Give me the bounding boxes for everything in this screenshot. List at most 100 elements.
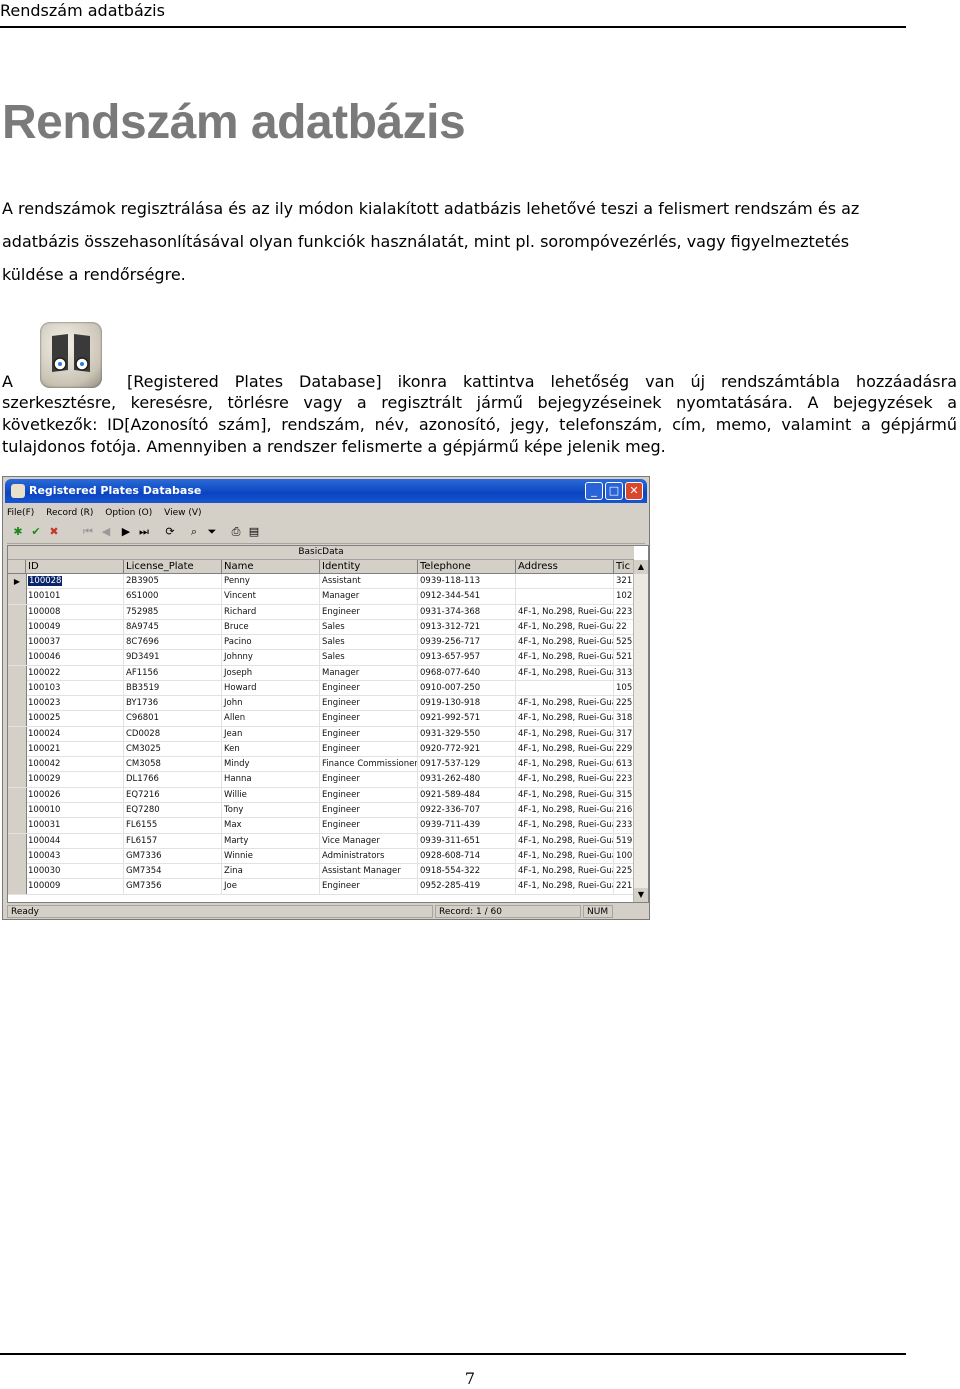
table-row[interactable]: 100101 6S1000 Vincent Manager 0912-344-541 10… bbox=[8, 589, 634, 605]
table-row[interactable]: 100049 8A9745 Bruce Sales 0913-312-721 4F-1, … bbox=[8, 619, 634, 636]
row-selector[interactable] bbox=[8, 619, 27, 635]
cell-telephone[interactable]: 0931-329-550 bbox=[418, 726, 516, 742]
previous-record-icon[interactable]: ◀ bbox=[99, 525, 113, 539]
row-selector[interactable] bbox=[8, 802, 27, 818]
scroll-up-icon[interactable]: ▲ bbox=[634, 560, 648, 574]
table-row[interactable]: 100037 8C7696 Pacino Sales 0939-256-717 4F-1,… bbox=[8, 635, 634, 651]
cell-name[interactable]: Ken bbox=[222, 741, 320, 757]
cell-identity[interactable]: Engineer bbox=[320, 696, 418, 712]
row-selector[interactable] bbox=[8, 726, 27, 742]
row-selector[interactable] bbox=[8, 635, 27, 651]
cell-identity[interactable]: Sales bbox=[320, 635, 418, 651]
cell-address[interactable]: 4F-1, No.298, Ruei-Gua bbox=[516, 818, 614, 834]
table-row[interactable]: 100025 C96801 Allen Engineer 0921-992-571 4F-… bbox=[8, 711, 634, 727]
cell-identity[interactable]: Assistant Manager bbox=[320, 864, 418, 880]
cell-address[interactable]: 4F-1, No.298, Ruei-Gua bbox=[516, 833, 614, 849]
cell-license-plate[interactable]: C96801 bbox=[124, 711, 222, 727]
cell-id[interactable]: 100025 bbox=[26, 711, 124, 727]
table-row[interactable]: 100042 CM3058 Mindy Finance Commissioner 091… bbox=[8, 757, 634, 773]
table-row[interactable]: 100029 DL1766 Hanna Engineer 0931-262-480 4F-… bbox=[8, 772, 634, 788]
cell-tic[interactable]: 318 bbox=[614, 711, 634, 727]
cell-license-plate[interactable]: CM3025 bbox=[124, 741, 222, 757]
table-row[interactable]: 100008 752985 Richard Engineer 0931-374-368 4… bbox=[8, 604, 634, 620]
row-selector[interactable] bbox=[8, 879, 27, 895]
cell-tic[interactable]: 225 bbox=[614, 864, 634, 880]
cell-name[interactable]: Winnie bbox=[222, 848, 320, 864]
cell-tic[interactable]: 223 bbox=[614, 772, 634, 788]
cell-address[interactable]: 4F-1, No.298, Ruei-Gua bbox=[516, 604, 614, 620]
cell-tic[interactable]: 100 bbox=[614, 848, 634, 864]
cell-identity[interactable]: Sales bbox=[320, 619, 418, 635]
cell-license-plate[interactable]: FL6155 bbox=[124, 818, 222, 834]
cell-license-plate[interactable]: 6S1000 bbox=[124, 589, 222, 605]
cell-telephone[interactable]: 0931-374-368 bbox=[418, 604, 516, 620]
cell-license-plate[interactable]: GM7354 bbox=[124, 864, 222, 880]
cell-id[interactable]: 100029 bbox=[26, 772, 124, 788]
cell-tic[interactable]: 519 bbox=[614, 833, 634, 849]
cell-id[interactable]: 100101 bbox=[26, 589, 124, 605]
table-row[interactable]: 100044 FL6157 Marty Vice Manager 0939-311-65… bbox=[8, 833, 634, 849]
cell-identity[interactable]: Vice Manager bbox=[320, 833, 418, 849]
cell-telephone[interactable]: 0917-537-129 bbox=[418, 757, 516, 773]
cell-identity[interactable]: Engineer bbox=[320, 787, 418, 803]
cell-telephone[interactable]: 0939-256-717 bbox=[418, 635, 516, 651]
menu-record[interactable]: Record (R) bbox=[46, 508, 93, 518]
print-preview-icon[interactable]: ▤ bbox=[247, 525, 261, 539]
cell-tic[interactable]: 317 bbox=[614, 726, 634, 742]
cell-license-plate[interactable]: FL6157 bbox=[124, 833, 222, 849]
cell-license-plate[interactable]: GM7336 bbox=[124, 848, 222, 864]
cell-telephone[interactable]: 0913-312-721 bbox=[418, 619, 516, 635]
cell-name[interactable]: Allen bbox=[222, 711, 320, 727]
table-row[interactable]: 100022 AF1156 Joseph Manager 0968-077-640 4F-… bbox=[8, 665, 634, 681]
cell-address[interactable]: 4F-1, No.298, Ruei-Gua bbox=[516, 741, 614, 757]
cell-identity[interactable]: Engineer bbox=[320, 772, 418, 788]
cell-id[interactable]: 100009 bbox=[26, 879, 124, 895]
cell-id[interactable]: 100024 bbox=[26, 726, 124, 742]
cell-id[interactable]: 100028 bbox=[26, 574, 124, 589]
cell-tic[interactable]: 525 bbox=[614, 635, 634, 651]
records-grid[interactable]: BasicData ID License_Plate Name Identity… bbox=[7, 545, 649, 903]
cell-license-plate[interactable]: 2B3905 bbox=[124, 574, 222, 589]
cell-name[interactable]: Pacino bbox=[222, 635, 320, 651]
cell-identity[interactable]: Manager bbox=[320, 589, 418, 605]
row-selector[interactable] bbox=[8, 833, 27, 849]
table-row[interactable]: 100103 BB3519 Howard Engineer 0910-007-250 10… bbox=[8, 680, 634, 697]
cell-tic[interactable]: 102 bbox=[614, 589, 634, 605]
row-selector[interactable] bbox=[8, 680, 27, 696]
cell-address[interactable]: 4F-1, No.298, Ruei-Gua bbox=[516, 864, 614, 880]
cell-address[interactable]: 4F-1, No.298, Ruei-Gua bbox=[516, 635, 614, 651]
menu-view[interactable]: View (V) bbox=[164, 508, 201, 518]
cell-identity[interactable]: Engineer bbox=[320, 818, 418, 834]
cell-telephone[interactable]: 0921-589-484 bbox=[418, 787, 516, 803]
cell-address[interactable]: 4F-1, No.298, Ruei-Gua bbox=[516, 619, 614, 635]
cell-address[interactable] bbox=[516, 589, 614, 605]
cell-address[interactable]: 4F-1, No.298, Ruei-Gua bbox=[516, 711, 614, 727]
cell-address[interactable]: 4F-1, No.298, Ruei-Gua bbox=[516, 665, 614, 681]
print-icon[interactable]: ⎙ bbox=[229, 525, 243, 539]
cell-identity[interactable]: Engineer bbox=[320, 802, 418, 818]
cell-name[interactable]: Max bbox=[222, 818, 320, 834]
table-row[interactable]: 100009 GM7356 Joe Engineer 0952-285-419 4F-1,… bbox=[8, 879, 634, 895]
table-row[interactable]: 100010 EQ7280 Tony Engineer 0922-336-707 4F-1… bbox=[8, 802, 634, 819]
cell-license-plate[interactable]: 8A9745 bbox=[124, 619, 222, 635]
cell-identity[interactable]: Engineer bbox=[320, 879, 418, 895]
row-selector[interactable] bbox=[8, 711, 27, 727]
cell-tic[interactable]: 521 bbox=[614, 650, 634, 666]
cell-license-plate[interactable]: EQ7216 bbox=[124, 787, 222, 803]
row-selector[interactable] bbox=[8, 604, 27, 620]
cell-id[interactable]: 100008 bbox=[26, 604, 124, 620]
menu-file[interactable]: File(F) bbox=[7, 508, 34, 518]
cell-id[interactable]: 100037 bbox=[26, 635, 124, 651]
table-row[interactable]: 100030 GM7354 Zina Assistant Manager 0918-55… bbox=[8, 864, 634, 880]
cell-name[interactable]: Tony bbox=[222, 802, 320, 818]
cell-license-plate[interactable]: BY1736 bbox=[124, 696, 222, 712]
cell-telephone[interactable]: 0919-130-918 bbox=[418, 696, 516, 712]
cell-name[interactable]: Mindy bbox=[222, 757, 320, 773]
cell-telephone[interactable]: 0939-311-651 bbox=[418, 833, 516, 849]
table-row[interactable]: 100043 GM7336 Winnie Administrators 0928-608… bbox=[8, 848, 634, 865]
row-selector[interactable] bbox=[8, 864, 27, 880]
refresh-icon[interactable]: ⟳ bbox=[163, 525, 177, 539]
cell-tic[interactable]: 313 bbox=[614, 665, 634, 681]
cell-id[interactable]: 100010 bbox=[26, 802, 124, 818]
cell-name[interactable]: Hanna bbox=[222, 772, 320, 788]
